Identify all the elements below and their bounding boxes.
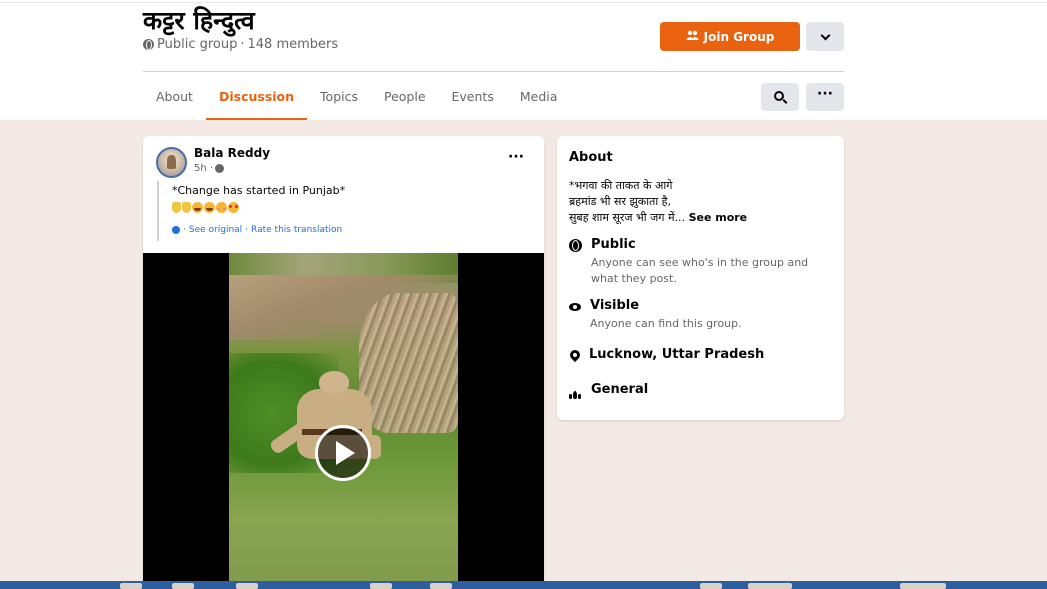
about-description-line: *भगवा की ताकत के आगे [569, 179, 673, 192]
group-title[interactable]: कट्टर हिन्दुत्व [143, 3, 255, 37]
pointing-down-emoji-icon [182, 202, 191, 213]
join-group-button[interactable]: Join Group [660, 22, 800, 51]
people-icon [685, 30, 699, 43]
post-author[interactable]: Bala Reddy [194, 146, 270, 160]
translation-links: · See original · Rate this translation [172, 225, 342, 235]
people-icon [569, 386, 582, 399]
about-card: About *भगवा की ताकत के आगे ब्रहमांड भी स… [557, 136, 844, 420]
post-emojis [172, 202, 239, 213]
os-taskbar [0, 581, 1047, 589]
tab-topics[interactable]: Topics [307, 72, 371, 120]
more-dots-icon: ··· [508, 149, 524, 165]
taskbar-app[interactable] [370, 583, 392, 589]
tab-events[interactable]: Events [439, 72, 507, 120]
gear-icon [172, 226, 180, 234]
chevron-down-icon [820, 30, 830, 40]
post-timestamp: 5h · [194, 163, 225, 174]
tab-topics-label: Topics [320, 88, 358, 104]
pointing-down-emoji-icon [172, 202, 181, 213]
video-frame [229, 253, 458, 589]
location-pin-icon [567, 347, 583, 363]
rate-translation-link[interactable]: Rate this translation [251, 225, 342, 235]
translate-prefix: · [183, 225, 186, 235]
group-options-dropdown-button[interactable] [806, 22, 844, 51]
tab-about[interactable]: About [143, 72, 206, 120]
tab-events-label: Events [451, 88, 494, 104]
post-card: Bala Reddy 5h · ··· *Change has started … [143, 136, 544, 589]
taskbar-app[interactable] [120, 583, 142, 589]
about-description-line-text: सुबह शाम सूरज भी जग में... [569, 211, 686, 224]
tab-people[interactable]: People [371, 72, 439, 120]
taskbar-app[interactable] [172, 583, 194, 589]
search-button[interactable] [761, 83, 799, 111]
about-item-public: Public Anyone can see who's in the group… [569, 237, 831, 287]
post-options-button[interactable]: ··· [503, 150, 529, 170]
rofl-emoji-icon [192, 202, 203, 213]
tab-discussion-label: Discussion [218, 88, 295, 104]
eye-icon [569, 303, 581, 311]
globe-icon [143, 39, 154, 50]
tab-media-label: Media [519, 88, 558, 104]
join-group-label: Join Group [703, 29, 775, 44]
about-item-title: Public [591, 237, 636, 252]
heart-eyes-emoji-icon [228, 202, 239, 213]
about-title: About [569, 150, 613, 165]
group-tabs: About Discussion Topics People Events Me… [143, 72, 570, 120]
about-description: *भगवा की ताकत के आगे ब्रहमांड भी सर झुका… [569, 178, 747, 226]
group-privacy: Public group [157, 37, 238, 52]
taskbar-app[interactable] [900, 583, 946, 589]
about-item-location: Lucknow, Uttar Pradesh [567, 347, 765, 363]
globe-icon [215, 164, 225, 173]
group-header: कट्टर हिन्दुत्व Public group · 148 membe… [0, 0, 1047, 120]
post-video[interactable] [143, 253, 544, 589]
play-button[interactable] [315, 425, 371, 481]
play-icon [336, 441, 355, 465]
about-item-category: General [569, 382, 648, 399]
about-item-subtitle: Anyone can find this group. [590, 317, 742, 330]
about-item-title: Visible [590, 298, 640, 313]
taskbar-app[interactable] [236, 583, 258, 589]
about-description-line: सुबह शाम सूरज भी जग में... See more [569, 210, 747, 226]
tab-people-label: People [383, 88, 426, 104]
about-description-line: ब्रहमांड भी सर झुकाता है, [569, 195, 672, 208]
taskbar-app[interactable] [430, 583, 452, 589]
tab-discussion[interactable]: Discussion [205, 72, 308, 120]
post-text: *Change has started in Punjab* [172, 184, 346, 197]
translation-quote-bar [157, 181, 159, 241]
taskbar-app[interactable] [700, 583, 722, 589]
group-members-count[interactable]: 148 members [248, 37, 339, 52]
about-item-subtitle: Anyone can see who's in the group and wh… [591, 256, 809, 285]
rofl-emoji-icon [204, 202, 215, 213]
tab-media[interactable]: Media [507, 72, 571, 120]
group-meta: Public group · 148 members [143, 37, 338, 52]
flushed-emoji-icon [216, 202, 227, 213]
more-dots-icon: ··· [817, 86, 833, 102]
avatar[interactable] [156, 147, 187, 178]
about-item-title: General [591, 382, 649, 397]
tab-about-label: About [156, 88, 193, 104]
search-icon [774, 91, 784, 101]
translate-separator: · [245, 225, 249, 235]
more-options-button[interactable]: ··· [806, 83, 844, 111]
about-item-title: Lucknow, Uttar Pradesh [589, 347, 765, 362]
meta-separator: · [240, 37, 245, 52]
globe-icon [569, 239, 582, 252]
see-original-link[interactable]: See original [189, 225, 242, 235]
taskbar-app[interactable] [748, 583, 792, 589]
video-person-turban [319, 371, 349, 393]
post-time-text[interactable]: 5h · [194, 163, 213, 174]
see-more-link[interactable]: See more [689, 211, 748, 224]
about-item-visible: Visible Anyone can find this group. [569, 298, 830, 332]
